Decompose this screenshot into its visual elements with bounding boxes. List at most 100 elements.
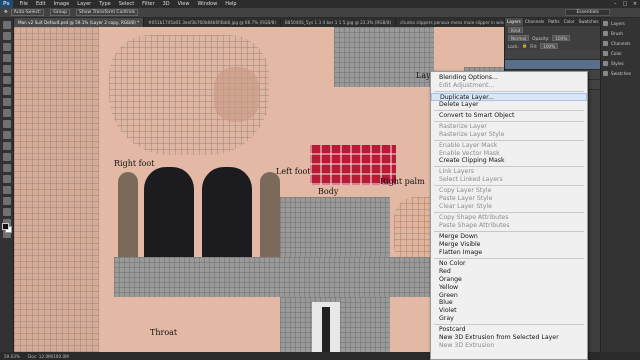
menu-file[interactable]: File [20, 1, 28, 7]
eraser-tool-icon[interactable] [2, 131, 11, 139]
label-right-foot: Right foot [114, 159, 155, 168]
context-menu-item[interactable]: Create Clipping Mask [431, 157, 587, 165]
dock-label: Channels [611, 40, 631, 46]
tie [322, 307, 330, 352]
menu-image[interactable]: Image [54, 1, 70, 7]
menu-select[interactable]: Select [119, 1, 134, 7]
layer-context-menu: Blending Options... Edit Adjustment... Dup… [430, 71, 588, 360]
tab-layers[interactable]: Layers [505, 18, 523, 26]
label-throat: Throat [150, 328, 178, 337]
opacity-label: Opacity: [532, 35, 550, 41]
type-tool-icon[interactable] [2, 186, 11, 194]
foreground-color-swatch[interactable] [2, 223, 9, 230]
context-menu-item: New 3D Extrusion [439, 342, 495, 350]
dock-styles[interactable]: Styles [601, 58, 640, 68]
menu-separator [434, 257, 584, 259]
context-menu-item[interactable]: Red [431, 268, 587, 276]
menu-separator [434, 109, 584, 111]
menu-view[interactable]: View [178, 1, 190, 7]
eyedropper-tool-icon[interactable] [2, 76, 11, 84]
brush-tool-icon[interactable] [2, 98, 11, 106]
context-menu-item[interactable]: No Color [431, 260, 587, 268]
menu-separator [434, 90, 584, 92]
menu-type[interactable]: Type [99, 1, 110, 7]
doc-tab[interactable]: B85040S_5ys 1 3 4 ber 1 1 5.jpg @ 23.3% … [281, 18, 397, 27]
shape-tool-icon[interactable] [2, 208, 11, 216]
context-menu-item[interactable]: Violet [431, 307, 587, 315]
lock-icon[interactable]: 🔒 [522, 43, 527, 49]
gradient-tool-icon[interactable] [2, 142, 11, 150]
tab-paths[interactable]: Paths [546, 18, 561, 26]
kind-select[interactable]: Kind [508, 27, 524, 33]
context-menu-item[interactable]: Delete Layer [431, 101, 587, 109]
dock-label: Layers [611, 20, 625, 26]
blend-mode-select[interactable]: Normal [508, 35, 530, 41]
context-menu-item[interactable]: Blending Options... [431, 74, 587, 82]
layer-row-selected[interactable] [505, 60, 600, 70]
context-menu-item[interactable]: Duplicate Layer... [431, 92, 587, 101]
dock-channels[interactable]: Channels [601, 38, 640, 48]
context-menu-item[interactable]: Orange [431, 276, 587, 284]
tab-channels[interactable]: Channels [523, 18, 546, 26]
fill-field[interactable]: 100% [540, 43, 559, 49]
zoom-level[interactable]: 59.03% [4, 354, 20, 359]
context-menu-item[interactable]: Flatten Image [431, 249, 587, 257]
pen-tool-icon[interactable] [2, 175, 11, 183]
lock-label: Lock: [508, 43, 519, 49]
label-body: Body [318, 187, 339, 196]
layers-icon [603, 20, 608, 26]
minimize-icon[interactable]: – [610, 1, 620, 7]
context-menu-item[interactable]: Blue [431, 299, 587, 307]
history-brush-tool-icon[interactable] [2, 120, 11, 128]
doc-tab[interactable]: chunks slippers penoux mens mule slipper… [396, 18, 504, 27]
move-tool-icon[interactable] [2, 21, 11, 29]
marquee-tool-icon[interactable] [2, 32, 11, 40]
auto-select-checkbox[interactable]: Auto-Select: [10, 9, 45, 16]
menu-window[interactable]: Window [197, 1, 217, 7]
doc-tab[interactable]: Man v2 Suit Default.psd @ 59.1% (Layer 2… [14, 18, 145, 27]
context-menu-item[interactable]: Yellow [431, 284, 587, 292]
dock-brush[interactable]: Brush [601, 28, 640, 38]
context-menu-item: Rasterize Layer [439, 122, 487, 130]
menu-separator [434, 185, 584, 187]
context-menu-item[interactable]: Merge Visible [431, 241, 587, 249]
quick-select-tool-icon[interactable] [2, 54, 11, 62]
tab-color[interactable]: Color [562, 18, 577, 26]
close-icon[interactable]: × [630, 1, 640, 7]
menu-edit[interactable]: Edit [36, 1, 46, 7]
lasso-tool-icon[interactable] [2, 43, 11, 51]
layer-row[interactable] [505, 50, 600, 60]
menu-filter[interactable]: Filter [142, 1, 154, 7]
dock-layers[interactable]: Layers [601, 18, 640, 28]
healing-tool-icon[interactable] [2, 87, 11, 95]
show-transform-checkbox[interactable]: Show Transform Controls [76, 9, 139, 16]
menu-layer[interactable]: Layer [77, 1, 91, 7]
dodge-tool-icon[interactable] [2, 164, 11, 172]
context-menu-item: Enable Layer Mask [439, 141, 498, 149]
panel-dock: Layers Brush Channels Color Styles Swatc… [600, 18, 640, 352]
context-menu-item[interactable]: Merge Down [431, 233, 587, 241]
maximize-icon[interactable]: □ [620, 1, 630, 7]
dock-label: Color [611, 50, 622, 56]
opacity-field[interactable]: 100% [552, 35, 571, 41]
context-menu-item: Paste Shape Attributes [439, 222, 510, 229]
dock-swatches[interactable]: Swatches [601, 68, 640, 78]
group-select[interactable]: Group [50, 9, 71, 16]
menu-help[interactable]: Help [225, 1, 236, 7]
crop-tool-icon[interactable] [2, 65, 11, 73]
path-select-tool-icon[interactable] [2, 197, 11, 205]
tab-swatches[interactable]: Swatches [577, 18, 601, 26]
context-menu-item[interactable]: Green [431, 292, 587, 300]
menu-separator [434, 230, 584, 232]
clone-stamp-tool-icon[interactable] [2, 109, 11, 117]
context-menu-item[interactable]: Postcard [431, 326, 587, 334]
context-menu-item[interactable]: Convert to Smart Object [431, 112, 587, 120]
doc-tab[interactable]: #051b1745a01 3eef3b760b84b6f4bb6.jpg @ 6… [144, 18, 281, 27]
context-menu-item[interactable]: New 3D Extrusion from Selected Layer [431, 334, 587, 342]
move-tool-icon[interactable]: ✥ [4, 10, 8, 15]
dock-color[interactable]: Color [601, 48, 640, 58]
blur-tool-icon[interactable] [2, 153, 11, 161]
context-menu-item[interactable]: Gray [431, 315, 587, 323]
workspace-select[interactable]: Essentials [565, 9, 610, 16]
menu-3d[interactable]: 3D [163, 1, 170, 7]
